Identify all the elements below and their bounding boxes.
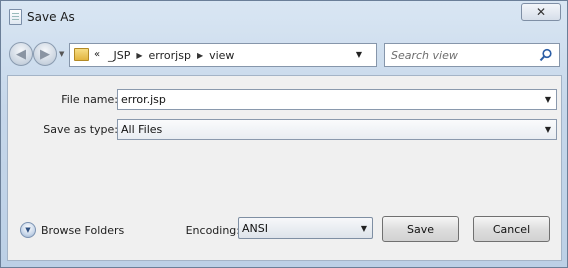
address-bar[interactable]: « _JSP ▶ errorjsp ▶ view ▼: [69, 43, 438, 67]
save-type-select[interactable]: All Files ▼: [117, 119, 557, 140]
folder-icon: [74, 48, 89, 61]
forward-arrow-icon[interactable]: ▶: [33, 42, 57, 66]
file-name-input[interactable]: error.jsp ▼: [117, 89, 557, 110]
encoding-value[interactable]: ANSI: [242, 222, 268, 235]
file-name-label: File name:: [61, 93, 118, 106]
encoding-select[interactable]: ANSI ▼: [238, 217, 373, 239]
save-type-label: Save as type:: [43, 123, 118, 136]
save-as-dialog: Save As ✕ ◀ ▶ ▼ « _JSP ▶ errorjsp ▶ view…: [0, 0, 568, 268]
chevron-down-circle-icon[interactable]: ▼: [20, 222, 36, 238]
file-name-dropdown-icon[interactable]: ▼: [545, 95, 551, 104]
cancel-button[interactable]: Cancel: [473, 216, 550, 242]
browse-folders-toggle[interactable]: Browse Folders: [41, 224, 124, 237]
breadcrumb-separator-icon[interactable]: ▶: [136, 51, 142, 60]
encoding-label: Encoding:: [185, 224, 240, 237]
encoding-dropdown-icon[interactable]: ▼: [361, 224, 367, 233]
breadcrumb-separator-icon[interactable]: ▶: [197, 51, 203, 60]
save-type-dropdown-icon[interactable]: ▼: [545, 125, 551, 134]
recent-locations-dropdown[interactable]: ▼: [59, 50, 64, 58]
window-title: Save As: [27, 10, 75, 24]
dialog-body: File name: error.jsp ▼ Save as type: All…: [7, 75, 562, 261]
search-icon[interactable]: [539, 48, 553, 62]
overflow-chevron[interactable]: «: [94, 49, 100, 60]
breadcrumb-item-jsp[interactable]: _JSP: [108, 49, 130, 62]
search-box[interactable]: Search view: [384, 43, 560, 67]
back-arrow-icon[interactable]: ◀: [9, 42, 33, 66]
save-type-value[interactable]: All Files: [121, 123, 162, 136]
breadcrumb: _JSP ▶ errorjsp ▶ view: [108, 49, 234, 62]
breadcrumb-item-view[interactable]: view: [209, 49, 234, 62]
address-dropdown-icon[interactable]: ▼: [356, 50, 362, 59]
file-name-value[interactable]: error.jsp: [121, 93, 166, 106]
document-icon: [9, 9, 22, 25]
search-placeholder[interactable]: Search view: [391, 49, 458, 62]
breadcrumb-item-errorjsp[interactable]: errorjsp: [149, 49, 191, 62]
save-button[interactable]: Save: [382, 216, 459, 242]
close-button[interactable]: ✕: [521, 3, 561, 21]
title-bar: Save As ✕: [1, 1, 567, 35]
